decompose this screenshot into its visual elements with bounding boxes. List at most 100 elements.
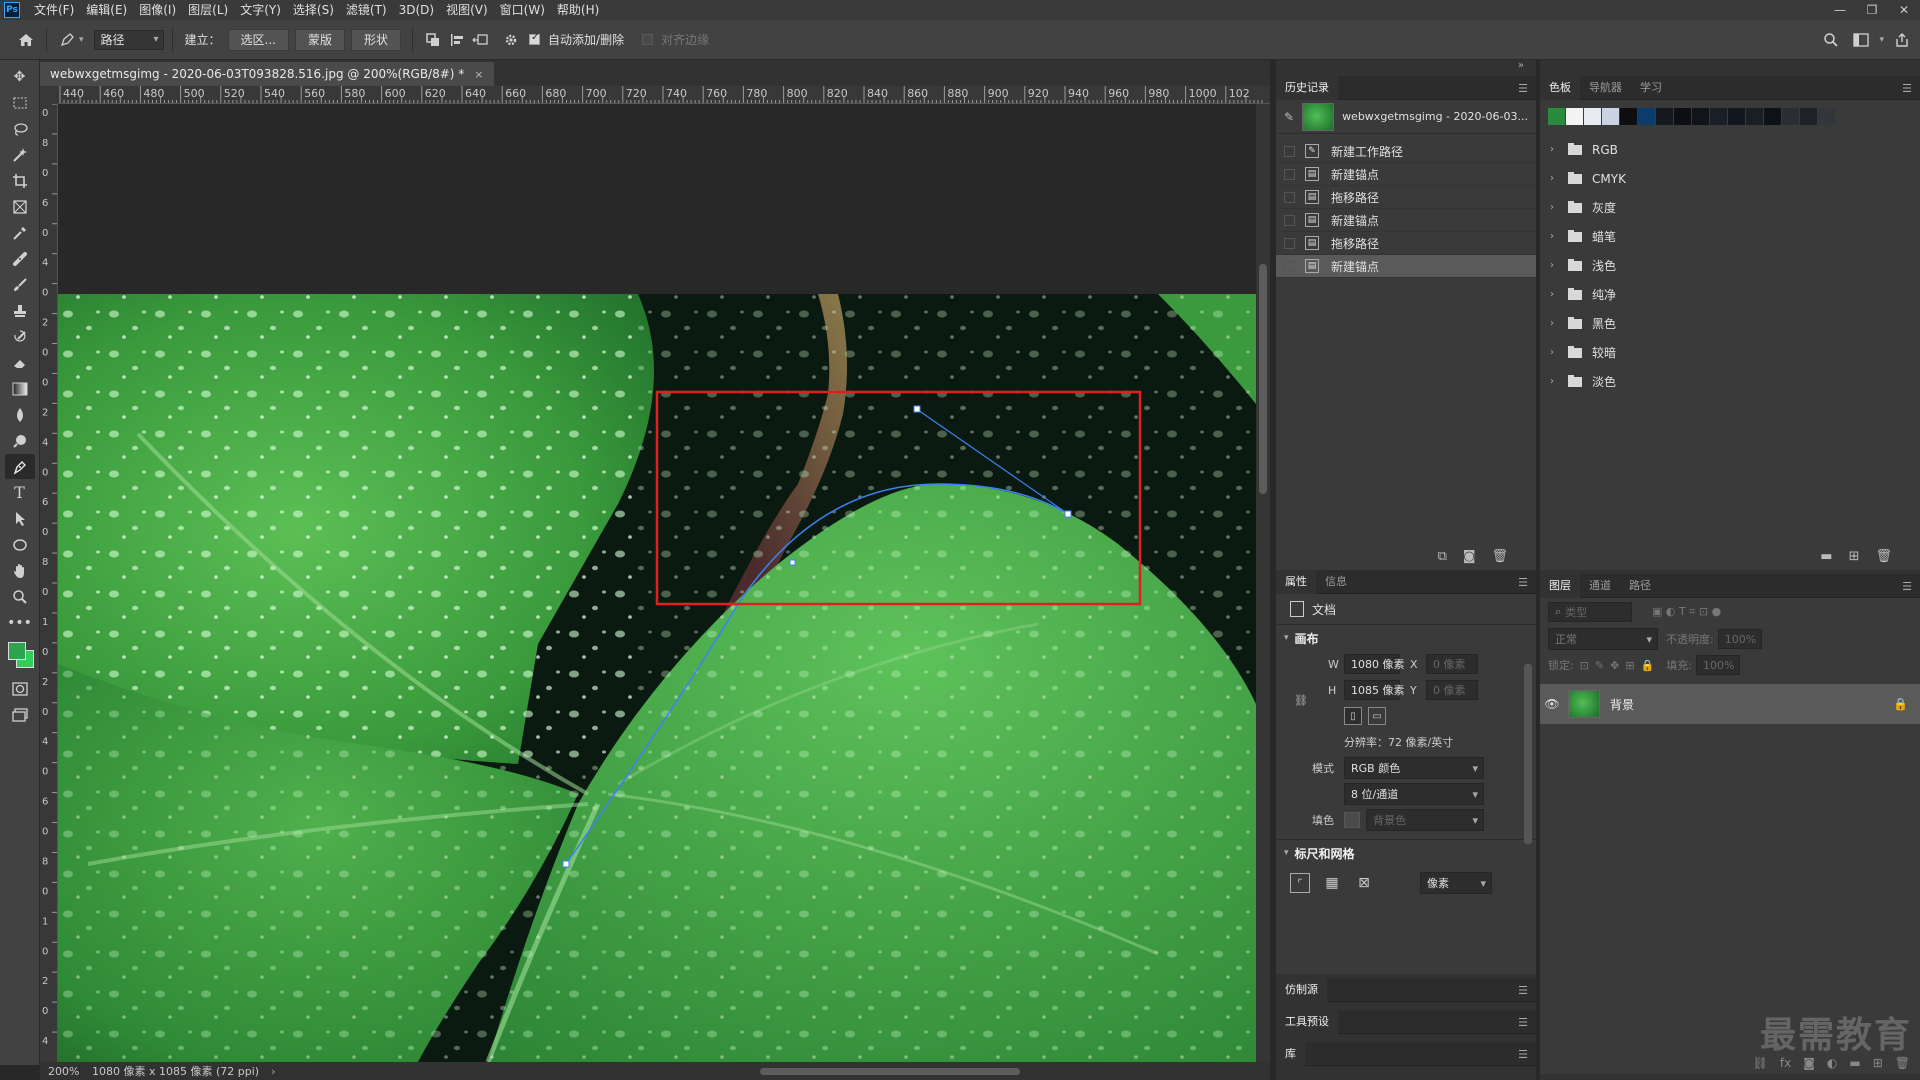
- panel-menu-icon[interactable]: ☰: [1518, 984, 1528, 997]
- chevron-right-icon[interactable]: ›: [1550, 318, 1562, 329]
- menu-3d[interactable]: 3D(D): [393, 0, 440, 20]
- chevron-right-icon[interactable]: ›: [1550, 376, 1562, 387]
- fill-field[interactable]: 100%: [1696, 655, 1741, 675]
- panel-menu-icon[interactable]: ☰: [1902, 580, 1912, 593]
- eraser-tool-icon[interactable]: [5, 350, 35, 375]
- path-arrangement-icon[interactable]: [469, 28, 493, 52]
- fx-icon[interactable]: fx: [1780, 1056, 1791, 1070]
- pen-mode-select[interactable]: 路径: [93, 29, 164, 50]
- fill-select[interactable]: 背景色: [1366, 809, 1484, 831]
- new-group-folder-icon[interactable]: ▬: [1820, 549, 1832, 564]
- horizontal-scrollbar[interactable]: [320, 1066, 1280, 1076]
- make-mask-button[interactable]: 蒙版: [295, 28, 346, 51]
- new-document-from-state-icon[interactable]: ⧉: [1438, 549, 1447, 564]
- history-snapshot[interactable]: ✎ webwxgetmsgimg - 2020-06-03...: [1276, 100, 1536, 134]
- layer-filter-select[interactable]: ⌕ 类型: [1548, 602, 1632, 622]
- new-layer-icon[interactable]: ⊞: [1873, 1056, 1883, 1070]
- swatch-group-rgb[interactable]: › RGB: [1540, 135, 1920, 164]
- zoom-level[interactable]: 200%: [40, 1064, 80, 1078]
- info-arrow-icon[interactable]: ›: [271, 1065, 275, 1078]
- swatch-group-dark[interactable]: › 黑色: [1540, 309, 1920, 338]
- vertical-scrollbar[interactable]: [1256, 104, 1270, 1062]
- guides-icon[interactable]: ⊠: [1354, 873, 1374, 893]
- tab-layers[interactable]: 图层: [1540, 573, 1580, 598]
- make-selection-button[interactable]: 选区...: [227, 28, 289, 51]
- fill-color-swatch[interactable]: [1344, 812, 1360, 828]
- y-field[interactable]: 0 像素: [1426, 680, 1478, 700]
- share-icon[interactable]: [1890, 28, 1914, 52]
- color-swatch[interactable]: [1746, 108, 1763, 125]
- restore-button[interactable]: ❐: [1856, 0, 1888, 20]
- tab-info[interactable]: 信息: [1316, 570, 1356, 594]
- gear-icon[interactable]: [499, 28, 523, 52]
- menu-help[interactable]: 帮助(H): [551, 0, 605, 20]
- panel-menu-icon[interactable]: ☰: [1518, 82, 1528, 95]
- document-image[interactable]: [58, 104, 1256, 1062]
- canvas-area[interactable]: [58, 104, 1256, 1062]
- tab-libraries[interactable]: 库: [1276, 1041, 1305, 1066]
- opacity-field[interactable]: 100%: [1717, 629, 1762, 649]
- vertical-ruler[interactable]: 0 8 0 6 0 4 0 2 0 0 2 4 0 6 0 8 0 1 0 2 0 4 0 6 0 8 0 1 0 2 0 4: [40, 104, 58, 1062]
- blend-mode-select[interactable]: 正常: [1548, 628, 1658, 650]
- filter-icons[interactable]: ▣ ◐ T ⌗ ⊡ ●: [1652, 605, 1721, 619]
- panel-menu-icon[interactable]: ☰: [1518, 576, 1528, 589]
- horizontal-scroll-thumb[interactable]: [760, 1068, 1020, 1075]
- lock-icon[interactable]: 🔒: [1893, 697, 1908, 711]
- swatch-group-darker[interactable]: › 较暗: [1540, 338, 1920, 367]
- history-item[interactable]: ▤ 新建锚点: [1276, 209, 1536, 232]
- menu-filter[interactable]: 滤镜(T): [340, 0, 393, 20]
- auto-add-delete-checkbox[interactable]: [529, 32, 541, 45]
- new-group-icon[interactable]: ▬: [1849, 1056, 1860, 1070]
- trash-icon[interactable]: 🗑: [1875, 549, 1892, 564]
- quick-mask-icon[interactable]: [5, 676, 35, 701]
- color-mode-select[interactable]: RGB 颜色: [1344, 757, 1484, 779]
- color-swatch[interactable]: [1710, 108, 1727, 125]
- tab-clone-source[interactable]: 仿制源: [1276, 977, 1327, 1002]
- history-item[interactable]: ▤ 新建锚点: [1276, 163, 1536, 186]
- history-item[interactable]: ▤ 拖移路径: [1276, 186, 1536, 209]
- add-mask-icon[interactable]: ◙: [1803, 1056, 1815, 1070]
- crop-tool-icon[interactable]: [5, 168, 35, 193]
- path-selection-tool-icon[interactable]: [5, 506, 35, 531]
- color-swatch[interactable]: [1764, 108, 1781, 125]
- color-swatch[interactable]: [1656, 108, 1673, 125]
- properties-scroll-thumb[interactable]: [1524, 664, 1532, 844]
- height-field[interactable]: 1085 像素: [1344, 680, 1405, 700]
- chevron-right-icon[interactable]: ›: [1550, 347, 1562, 358]
- color-swatch[interactable]: [1638, 108, 1655, 125]
- chevron-down-icon[interactable]: ▾: [1284, 848, 1289, 858]
- swatch-group-cmyk[interactable]: › CMYK: [1540, 164, 1920, 193]
- chevron-down-icon[interactable]: ▾: [1284, 633, 1289, 643]
- gradient-tool-icon[interactable]: [5, 376, 35, 401]
- home-icon[interactable]: [14, 28, 38, 52]
- tab-channels[interactable]: 通道: [1580, 574, 1620, 598]
- chevron-right-icon[interactable]: ›: [1550, 289, 1562, 300]
- clone-source-panel-header[interactable]: 仿制源 ☰: [1276, 977, 1536, 1002]
- color-swatch[interactable]: [1566, 108, 1583, 125]
- make-shape-button[interactable]: 形状: [351, 28, 402, 51]
- color-swatch[interactable]: [1818, 108, 1835, 125]
- panel-menu-icon[interactable]: ☰: [1518, 1016, 1528, 1029]
- link-layers-icon[interactable]: ⛓: [1753, 1056, 1768, 1070]
- vertical-scroll-thumb[interactable]: [1259, 264, 1267, 494]
- menu-layer[interactable]: 图层(L): [182, 0, 234, 20]
- panel-menu-icon[interactable]: ☰: [1518, 1048, 1528, 1061]
- color-swatch[interactable]: [1800, 108, 1817, 125]
- grid-icon[interactable]: ▦: [1322, 873, 1342, 893]
- minimize-button[interactable]: —: [1824, 0, 1856, 20]
- swatch-group-muted[interactable]: › 淡色: [1540, 367, 1920, 396]
- swatch-group-pure[interactable]: › 纯净: [1540, 280, 1920, 309]
- camera-icon[interactable]: ◙: [1463, 549, 1476, 564]
- swatch-group-pastel[interactable]: › 蜡笔: [1540, 222, 1920, 251]
- tool-presets-panel-header[interactable]: 工具预设 ☰: [1276, 1009, 1536, 1034]
- history-brush-tool-icon[interactable]: [5, 324, 35, 349]
- zoom-tool-icon[interactable]: [5, 584, 35, 609]
- layer-name[interactable]: 背景: [1610, 696, 1634, 713]
- path-operations-icon[interactable]: [421, 28, 445, 52]
- preset-dropdown-icon[interactable]: ▾: [79, 35, 84, 45]
- menu-view[interactable]: 视图(V): [440, 0, 494, 20]
- chevron-right-icon[interactable]: ›: [1550, 231, 1562, 242]
- portrait-icon[interactable]: ▯: [1344, 707, 1362, 725]
- chevron-right-icon[interactable]: ›: [1550, 173, 1562, 184]
- menu-image[interactable]: 图像(I): [133, 0, 182, 20]
